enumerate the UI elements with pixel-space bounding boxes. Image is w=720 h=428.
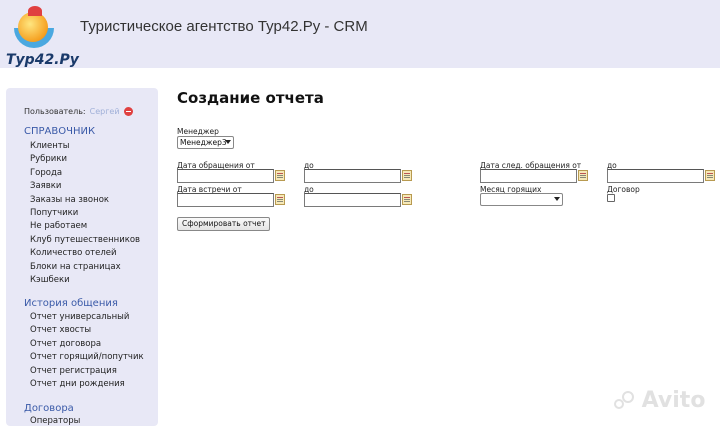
manager-label: Менеджер: [177, 127, 219, 136]
nav-item-rubrics[interactable]: Рубрики: [30, 153, 140, 166]
nav-item-report-contracts[interactable]: Отчет договора: [30, 338, 144, 351]
calendar-icon[interactable]: [402, 194, 412, 205]
manager-select-value: Менеджер3: [180, 138, 227, 147]
next-contact-from-field[interactable]: [480, 169, 588, 183]
nav-item-report-hot[interactable]: Отчет горящий/попутчик: [30, 351, 144, 364]
nav-item-operators[interactable]: Операторы: [30, 415, 80, 428]
logout-icon[interactable]: [124, 107, 134, 116]
section-title-contracts[interactable]: Договора: [24, 403, 74, 414]
contact-date-from-field[interactable]: [177, 169, 285, 183]
user-label: Пользователь:: [24, 107, 86, 116]
user-row: Пользователь: Сергей: [24, 107, 134, 116]
nav-item-cities[interactable]: Города: [30, 167, 140, 180]
chevron-down-icon: [225, 140, 231, 144]
nav-item-clients[interactable]: Клиенты: [30, 140, 140, 153]
nav-item-requests[interactable]: Заявки: [30, 180, 140, 193]
nav-item-cashbacks[interactable]: Кэшбеки: [30, 274, 140, 287]
header-bar: Тур42.Ру Туристическое агентство Тур42.Р…: [0, 0, 720, 68]
nav-list-contracts: Операторы: [30, 415, 80, 428]
chevron-down-icon: [554, 197, 560, 201]
calendar-icon[interactable]: [275, 170, 285, 181]
section-title-history[interactable]: История общения: [24, 298, 118, 309]
user-name-link[interactable]: Сергей: [90, 107, 120, 116]
nav-item-report-registration[interactable]: Отчет регистрация: [30, 365, 144, 378]
nav-item-page-blocks[interactable]: Блоки на страницах: [30, 261, 140, 274]
calendar-icon[interactable]: [275, 194, 285, 205]
contact-date-to-field[interactable]: [304, 169, 412, 183]
section-title-directory[interactable]: СПРАВОЧНИК: [24, 126, 95, 137]
calendar-icon[interactable]: [705, 170, 715, 181]
watermark: Avito: [614, 388, 705, 413]
nav-item-not-working[interactable]: Не работаем: [30, 220, 140, 233]
calendar-icon[interactable]: [578, 170, 588, 181]
logo-text: Тур42.Ру: [6, 52, 79, 68]
meeting-date-from-input[interactable]: [177, 193, 274, 207]
nav-item-report-tails[interactable]: Отчет хвосты: [30, 324, 144, 337]
hot-month-select[interactable]: [480, 193, 563, 206]
contact-date-to-input[interactable]: [304, 169, 401, 183]
nav-item-travel-club[interactable]: Клуб путешественников: [30, 234, 140, 247]
nav-list-history: Отчет универсальный Отчет хвосты Отчет д…: [30, 311, 144, 391]
app-title: Туристическое агентство Тур42.Ру - CRM: [80, 18, 368, 35]
nav-item-call-orders[interactable]: Заказы на звонок: [30, 194, 140, 207]
watermark-text: Avito: [641, 388, 706, 413]
avito-logo-icon: [614, 391, 634, 411]
nav-item-report-birthdays[interactable]: Отчет дни рождения: [30, 378, 144, 391]
nav-item-companions[interactable]: Попутчики: [30, 207, 140, 220]
contact-date-from-input[interactable]: [177, 169, 274, 183]
page-title: Создание отчета: [177, 89, 324, 107]
meeting-date-to-field[interactable]: [304, 193, 412, 207]
calendar-icon[interactable]: [402, 170, 412, 181]
next-contact-to-field[interactable]: [607, 169, 715, 183]
nav-item-report-universal[interactable]: Отчет универсальный: [30, 311, 144, 324]
contract-checkbox[interactable]: [607, 194, 615, 202]
meeting-date-from-field[interactable]: [177, 193, 285, 207]
next-contact-to-input[interactable]: [607, 169, 704, 183]
nav-list-directory: Клиенты Рубрики Города Заявки Заказы на …: [30, 140, 140, 287]
next-contact-from-input[interactable]: [480, 169, 577, 183]
sidebar: Пользователь: Сергей СПРАВОЧНИК Клиенты Р…: [6, 88, 158, 426]
generate-report-button[interactable]: Сформировать отчет: [177, 217, 271, 231]
logo-palm-icon: [28, 6, 42, 16]
nav-item-hotel-count[interactable]: Количество отелей: [30, 247, 140, 260]
manager-select[interactable]: Менеджер3: [177, 136, 234, 149]
meeting-date-to-input[interactable]: [304, 193, 401, 207]
contract-label: Договор: [607, 185, 640, 194]
logo[interactable]: Тур42.Ру: [6, 4, 79, 68]
logo-sun-icon: [18, 12, 48, 42]
